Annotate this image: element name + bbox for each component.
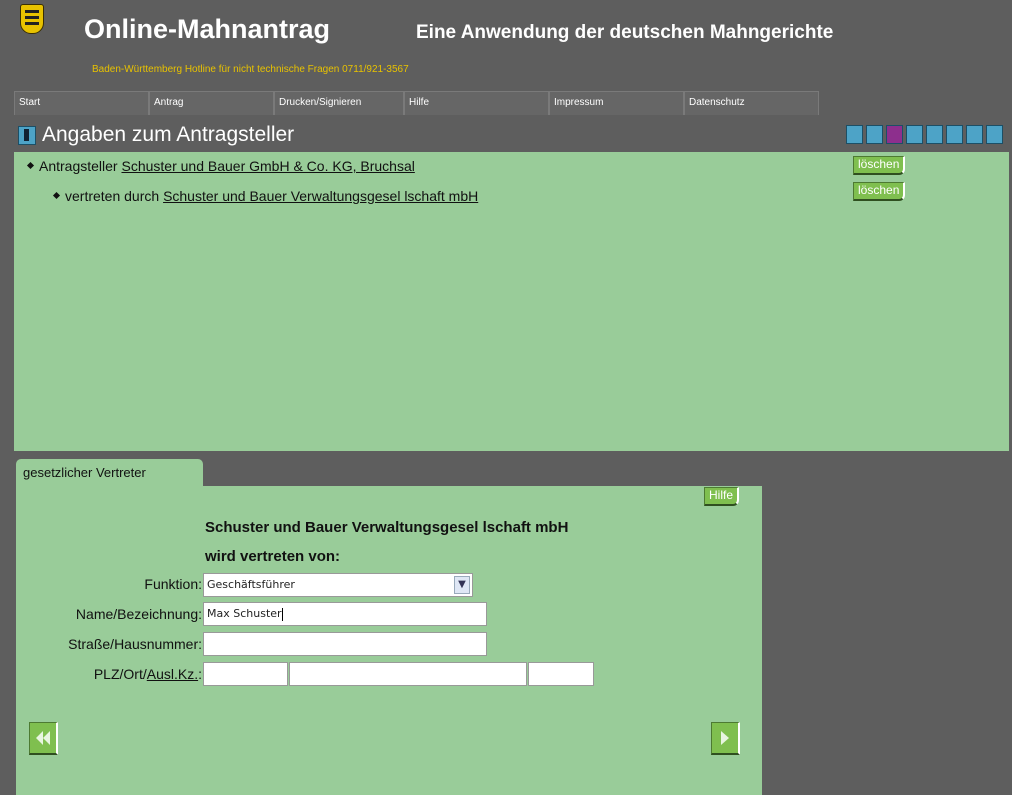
nav-hilfe[interactable]: Hilfe	[404, 91, 549, 115]
function-select[interactable]: Geschäftsführer ▼	[203, 573, 473, 597]
represented-name: Schuster und Bauer Verwaltungsgesel lsch…	[205, 519, 569, 536]
plz-ort-label: PLZ/Ort/Ausl.Kz.:	[94, 666, 202, 682]
applicant-link[interactable]: Schuster und Bauer GmbH & Co. KG, Bruchs…	[121, 158, 414, 174]
app-subtitle: Eine Anwendung der deutschen Mahngericht…	[416, 22, 834, 43]
applicant-tree-panel: Antragsteller Schuster und Bauer GmbH & …	[14, 152, 1009, 451]
app-title: Online-Mahnantrag	[84, 14, 331, 44]
delete-representative-button[interactable]: löschen	[853, 182, 906, 201]
plz-label-prefix: PLZ/Ort/	[93, 666, 147, 682]
applicant-prefix: Antragsteller	[39, 158, 118, 174]
function-label: Funktion:	[144, 576, 202, 592]
bullet-icon	[52, 191, 61, 199]
header: Online-Mahnantrag Eine Anwendung der deu…	[0, 0, 1012, 88]
right-arrow-icon	[721, 731, 729, 745]
street-input[interactable]	[203, 632, 487, 656]
representative-row: vertreten durch Schuster und Bauer Verwa…	[52, 188, 478, 204]
next-button[interactable]	[711, 722, 740, 755]
document-icon[interactable]	[926, 125, 943, 144]
main-nav: Start Antrag Drucken/Signieren Hilfe Imp…	[14, 91, 1009, 115]
text-cursor	[281, 607, 283, 621]
list-icon[interactable]	[946, 125, 963, 144]
street-label: Straße/Hausnummer:	[68, 636, 202, 652]
persons-icon[interactable]	[846, 125, 863, 144]
stamp-icon[interactable]	[906, 125, 923, 144]
nav-antrag[interactable]: Antrag	[149, 91, 274, 115]
section-title: Angaben zum Antragsteller	[42, 123, 295, 146]
city-input[interactable]	[289, 662, 527, 686]
represented-by-label: wird vertreten von:	[205, 548, 341, 565]
nav-datenschutz[interactable]: Datenschutz	[684, 91, 819, 115]
bullet-icon	[26, 161, 35, 169]
ausl-kz-link[interactable]: Ausl.Kz.	[147, 666, 198, 682]
person-purple-icon[interactable]	[886, 125, 903, 144]
coat-of-arms-icon	[20, 4, 44, 34]
chevron-down-icon[interactable]: ▼	[454, 576, 470, 594]
nav-impressum[interactable]: Impressum	[549, 91, 684, 115]
name-value: Max Schuster	[207, 607, 282, 620]
section-header: Angaben zum Antragsteller	[14, 121, 1009, 151]
name-label: Name/Bezeichnung:	[75, 606, 202, 622]
country-code-input[interactable]	[528, 662, 594, 686]
plz-input[interactable]	[203, 662, 288, 686]
toolbar	[843, 125, 1003, 144]
save-icon[interactable]	[986, 125, 1003, 144]
right-empty-area	[762, 486, 1009, 795]
function-value: Geschäftsführer	[207, 578, 295, 591]
representative-link[interactable]: Schuster und Bauer Verwaltungsgesel lsch…	[163, 188, 478, 204]
double-left-arrow-icon	[36, 731, 50, 745]
help-button[interactable]: Hilfe	[704, 487, 740, 506]
page-icon[interactable]	[966, 125, 983, 144]
back-button[interactable]	[29, 722, 58, 755]
nav-drucken-signieren[interactable]: Drucken/Signieren	[274, 91, 404, 115]
hotline-text: Baden-Württemberg Hotline für nicht tech…	[92, 64, 409, 75]
plz-label-suffix: :	[198, 666, 202, 682]
nav-start[interactable]: Start	[14, 91, 149, 115]
delete-applicant-button[interactable]: löschen	[853, 156, 906, 175]
tab-label: gesetzlicher Vertreter	[23, 465, 146, 480]
applicant-row: Antragsteller Schuster und Bauer GmbH & …	[26, 158, 415, 174]
name-input[interactable]: Max Schuster	[203, 602, 487, 626]
tab-gesetzlicher-vertreter[interactable]: gesetzlicher Vertreter	[16, 459, 203, 487]
representative-form: Hilfe Schuster und Bauer Verwaltungsgese…	[16, 486, 762, 795]
representative-prefix: vertreten durch	[65, 188, 160, 204]
person-blue-icon[interactable]	[866, 125, 883, 144]
person-icon	[18, 126, 36, 145]
